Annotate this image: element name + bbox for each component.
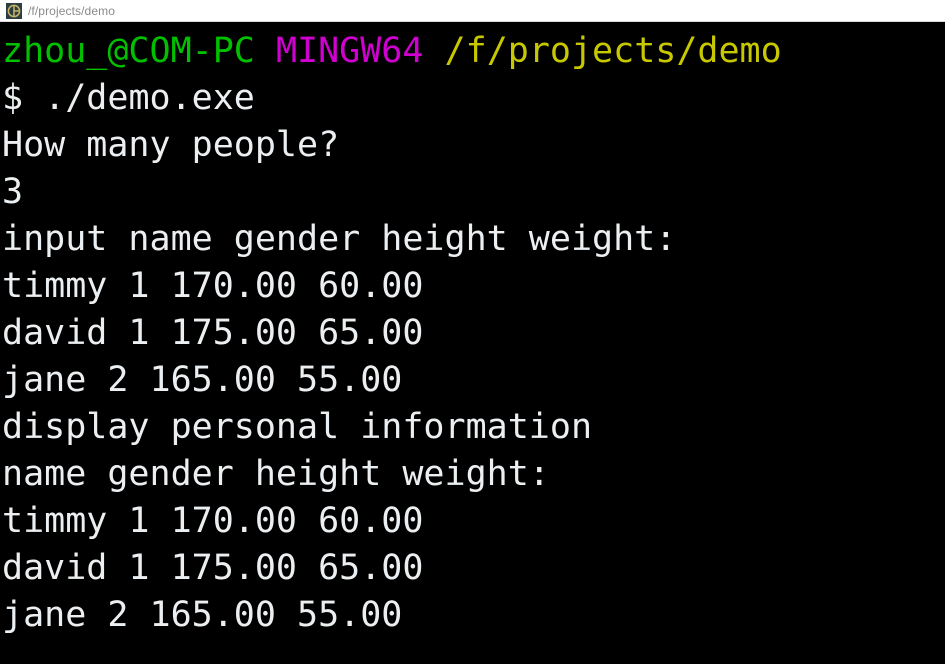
command-line: $ ./demo.exe [2,75,945,122]
window-title: /f/projects/demo [28,3,115,18]
output-line-display-header: name gender height weight: [2,454,550,494]
prompt-user-host: zhou_@COM-PC [2,31,255,71]
prompt-line: zhou_@COM-PC MINGW64 /f/projects/demo [2,28,945,75]
prompt-space-2 [423,31,444,71]
terminal-output-area[interactable]: zhou_@COM-PC MINGW64 /f/projects/demo $ … [0,22,945,664]
output-line-input-header: input name gender height weight: [2,219,677,259]
title-bar[interactable]: /f/projects/demo [0,0,945,22]
command-space [23,78,44,118]
prompt-space-1 [255,31,276,71]
output-line-people-count: 3 [2,172,24,212]
command-text: ./demo.exe [44,78,255,118]
output-line-question-people: How many people? [2,125,340,165]
terminal-window: /f/projects/demo zhou_@COM-PC MINGW64 /f… [0,0,945,664]
output-line-display-heading: display personal information [2,407,593,447]
output-line-display-row-jane: jane 2 165.00 55.00 [2,595,403,635]
output-line-display-row-timmy: timmy 1 170.00 60.00 [2,501,424,541]
output-line-input-row-jane: jane 2 165.00 55.00 [2,360,403,400]
output-line-display-row-david: david 1 175.00 65.00 [2,548,424,588]
output-line-input-row-timmy: timmy 1 170.00 60.00 [2,266,424,306]
prompt-path: /f/projects/demo [444,31,782,71]
output-line-input-row-david: david 1 175.00 65.00 [2,313,424,353]
prompt-sigil: $ [2,78,24,118]
prompt-shell-name: MINGW64 [275,31,424,71]
git-bash-icon [6,2,22,19]
